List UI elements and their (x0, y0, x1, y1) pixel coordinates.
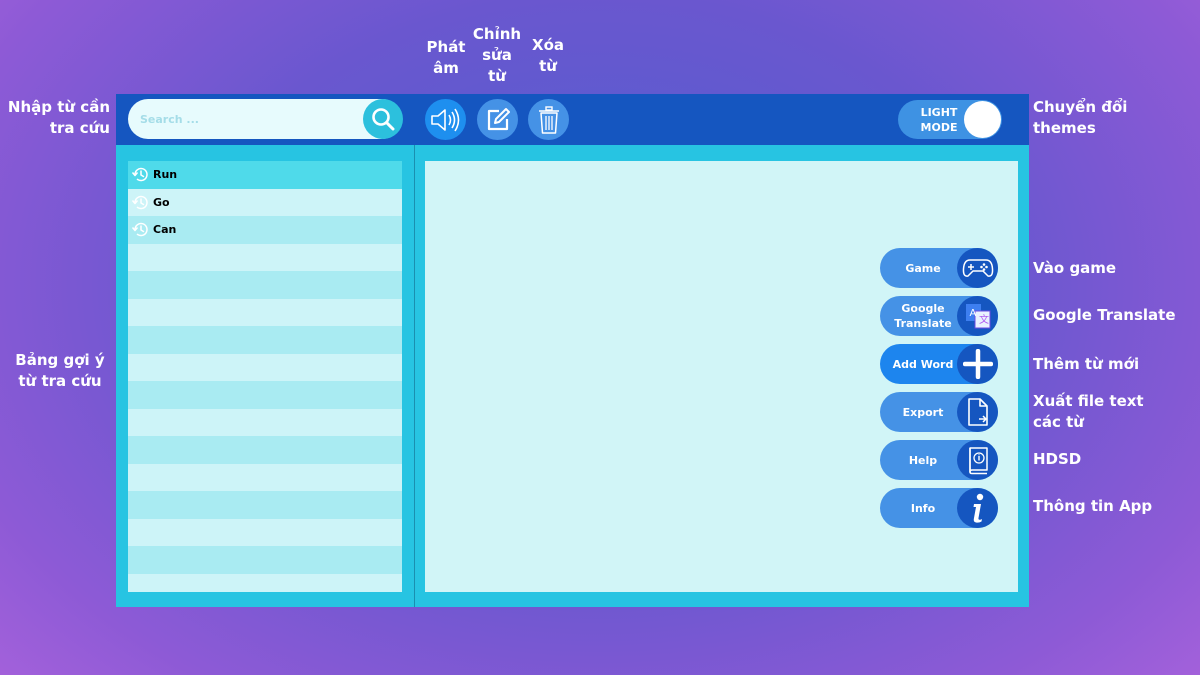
list-item[interactable]: Run (128, 161, 402, 189)
annotation-search: Nhập từ cần tra cứu (7, 98, 110, 137)
annotation-help: HDSD (1033, 450, 1082, 468)
list-item[interactable]: Can (128, 216, 402, 244)
edit-word-button[interactable] (477, 99, 518, 140)
list-item[interactable] (128, 408, 402, 436)
search-icon (372, 108, 395, 131)
suggestion-list: Run Go Can (128, 161, 402, 592)
list-item[interactable] (128, 381, 402, 409)
plus-icon (962, 349, 993, 379)
theme-toggle-label: LIGHT MODE (920, 106, 958, 134)
add-word-button-label: Add Word (892, 357, 954, 371)
info-button[interactable]: Info (880, 488, 998, 528)
search-box (128, 99, 403, 139)
list-item[interactable] (128, 573, 402, 592)
panel-divider (414, 145, 415, 607)
game-button[interactable]: Game (880, 248, 998, 288)
history-icon (131, 220, 150, 239)
annotation-edit: Chỉnh sửa từ (472, 25, 522, 85)
top-toolbar: LIGHT MODE (116, 94, 1029, 145)
annotation-delete: Xóa từ (532, 36, 564, 75)
help-button-label: Help (908, 453, 938, 467)
game-button-label: Game (905, 261, 941, 275)
annotation-game: Vào game (1033, 259, 1117, 277)
annotation-info: Thông tin App (1033, 497, 1153, 515)
history-icon (131, 193, 150, 212)
annotation-theme: Chuyển đổi themes (1033, 98, 1128, 137)
theme-toggle-knob[interactable] (964, 101, 1001, 138)
list-item[interactable] (128, 546, 402, 574)
svg-text:文: 文 (979, 313, 989, 326)
list-item[interactable] (128, 463, 402, 491)
dictionary-app: LIGHT MODE Run Go (116, 94, 1029, 607)
speaker-icon (430, 108, 459, 131)
file-export-icon (967, 398, 988, 426)
google-translate-button[interactable]: Google Translate A 文 (880, 296, 998, 336)
list-item[interactable] (128, 436, 402, 464)
annotation-add-word: Thêm từ mới (1033, 355, 1140, 373)
annotation-suggest: Bảng gợi ý từ tra cứu (15, 351, 105, 390)
help-button[interactable]: Help (880, 440, 998, 480)
search-button[interactable] (363, 99, 403, 139)
trash-icon (538, 105, 559, 134)
list-item[interactable]: Go (128, 188, 402, 216)
edit-icon (487, 107, 510, 130)
list-item[interactable] (128, 326, 402, 354)
annotation-export: Xuất file text các từ (1033, 392, 1144, 431)
delete-word-button[interactable] (528, 99, 569, 140)
list-item[interactable] (128, 243, 402, 271)
list-item[interactable] (128, 353, 402, 381)
annotation-google-translate: Google Translate (1033, 306, 1176, 324)
book-icon (968, 447, 988, 475)
search-input[interactable] (140, 109, 340, 129)
suggestion-word: Run (153, 168, 178, 182)
info-icon (973, 493, 983, 523)
pronounce-button[interactable] (425, 99, 466, 140)
annotation-pronounce: Phát âm (426, 38, 466, 77)
list-item[interactable] (128, 491, 402, 519)
list-item[interactable] (128, 271, 402, 299)
list-item[interactable] (128, 298, 402, 326)
svg-text:A: A (969, 308, 976, 319)
google-translate-button-label: Google Translate (894, 302, 952, 330)
definition-panel: Game Google Translate A 文 Add Word Expor… (425, 161, 1018, 592)
suggestion-word: Go (153, 195, 170, 209)
theme-toggle[interactable]: LIGHT MODE (898, 100, 1002, 139)
suggestion-word: Can (153, 223, 177, 237)
translate-icon: A 文 (965, 304, 990, 329)
export-button[interactable]: Export (880, 392, 998, 432)
history-icon (131, 165, 150, 184)
info-button-label: Info (910, 501, 936, 515)
list-item[interactable] (128, 518, 402, 546)
gamepad-icon (962, 259, 993, 277)
export-button-label: Export (902, 405, 944, 419)
add-word-button[interactable]: Add Word (880, 344, 998, 384)
